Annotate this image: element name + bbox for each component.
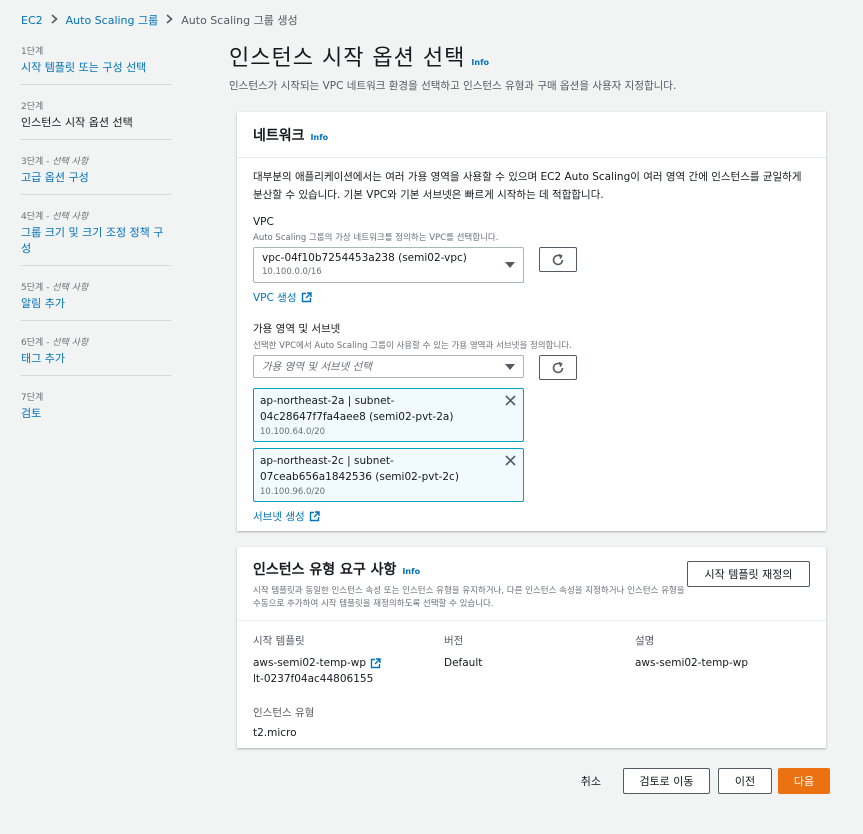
info-link[interactable]: Info — [402, 567, 420, 576]
cancel-button[interactable]: 취소 — [581, 773, 601, 789]
external-link-icon — [370, 657, 381, 668]
vpc-select-value: vpc-04f10b7254453a238 (semi02-vpc) — [262, 252, 467, 264]
step-link-7[interactable]: 검토 — [21, 406, 171, 422]
subnet-create-link[interactable]: 서브넷 생성 — [253, 509, 810, 524]
refresh-icon — [552, 253, 564, 265]
subnet-token-cidr: 10.100.96.0/20 — [260, 487, 326, 497]
close-icon[interactable] — [505, 455, 516, 469]
vpc-create-label: VPC 생성 — [253, 292, 297, 304]
description-col: 설명 aws-semi02-temp-wp — [635, 633, 815, 685]
subnet-token: ap-northeast-2c | subnet-07ceab656a18425… — [253, 448, 524, 502]
launch-template-col: 시작 템플릿 aws-semi02-temp-wp lt-0237f04ac44… — [253, 633, 444, 685]
step-3: 3단계 - 선택 사항 고급 옵션 구성 — [21, 152, 171, 195]
previous-button[interactable]: 이전 — [718, 768, 772, 794]
page-title: 인스턴스 시작 옵션 선택 Info — [229, 40, 829, 72]
subnet-token: ap-northeast-2a | subnet-04c28647f7fa4ae… — [253, 388, 524, 442]
step-number: 4단계 - 선택 사항 — [21, 212, 89, 222]
launch-template-id: lt-0237f04ac44806155 — [253, 673, 374, 685]
chevron-right-icon — [51, 13, 58, 27]
instance-type-value: t2.micro — [253, 727, 297, 739]
step-7: 7단계 검토 — [21, 388, 171, 430]
network-title-text: 네트워크 — [253, 127, 305, 144]
caret-down-icon — [505, 363, 515, 370]
network-intro: 대부분의 애플리케이션에서는 여러 가용 영역을 사용할 수 있으며 EC2 A… — [253, 171, 802, 201]
launch-template-label: 시작 템플릿 — [253, 635, 305, 647]
instance-type-block: 인스턴스 유형 t2.micro — [253, 705, 810, 739]
az-description: 선택한 VPC에서 Auto Scaling 그룹이 사용할 수 있는 가용 영… — [253, 341, 572, 351]
external-link-icon — [309, 511, 320, 522]
step-number: 5단계 - 선택 사항 — [21, 283, 89, 293]
step-1: 1단계 시작 템플릿 또는 구성 선택 — [21, 42, 171, 85]
info-link[interactable]: Info — [311, 133, 329, 142]
subnet-token-cidr: 10.100.64.0/20 — [260, 427, 326, 437]
step-2: 2단계 인스턴스 시작 옵션 선택 — [21, 97, 171, 140]
description-value: aws-semi02-temp-wp — [635, 657, 749, 669]
step-number: 7단계 — [21, 393, 44, 403]
info-link[interactable]: Info — [471, 58, 489, 67]
subnet-create-label: 서브넷 생성 — [253, 511, 305, 523]
wizard-footer: 취소 검토로 이동 이전 다음 — [581, 768, 830, 794]
instance-requirements-body: 시작 템플릿 aws-semi02-temp-wp lt-0237f04ac44… — [237, 621, 826, 753]
refresh-icon — [552, 361, 564, 373]
step-number: 2단계 — [21, 102, 44, 112]
az-subnet-placeholder: 가용 영역 및 서브넷 선택 — [262, 361, 372, 373]
version-col: 버전 Default — [444, 633, 635, 685]
instance-requirements-panel: 인스턴스 유형 요구 사항 Info 시작 템플릿과 동일한 인스턴스 속성 또… — [237, 547, 826, 748]
instance-type-label: 인스턴스 유형 — [253, 707, 315, 719]
override-template-button[interactable]: 시작 템플릿 재정의 — [687, 561, 810, 587]
step-number: 1단계 — [21, 47, 44, 57]
breadcrumb-ec2[interactable]: EC2 — [21, 14, 43, 27]
go-to-review-button[interactable]: 검토로 이동 — [623, 768, 710, 794]
step-current-2: 인스턴스 시작 옵션 선택 — [21, 116, 133, 129]
step-number: 3단계 - 선택 사항 — [21, 157, 89, 167]
step-5: 5단계 - 선택 사항 알림 추가 — [21, 278, 171, 321]
network-title: 네트워크 Info — [253, 125, 328, 145]
launch-template-link[interactable]: aws-semi02-temp-wp — [253, 657, 444, 669]
instance-requirements-title-text: 인스턴스 유형 요구 사항 — [253, 562, 397, 578]
instance-requirements-header: 인스턴스 유형 요구 사항 Info 시작 템플릿과 동일한 인스턴스 속성 또… — [237, 547, 826, 621]
network-panel: 네트워크 Info 대부분의 애플리케이션에서는 여러 가용 영역을 사용할 수… — [237, 112, 826, 531]
step-number: 6단계 - 선택 사항 — [21, 338, 89, 348]
caret-down-icon — [505, 262, 515, 268]
description-label: 설명 — [635, 635, 655, 647]
network-panel-header: 네트워크 Info — [237, 112, 826, 158]
vpc-select[interactable]: vpc-04f10b7254453a238 (semi02-vpc) 10.10… — [253, 247, 524, 283]
version-label: 버전 — [444, 635, 464, 647]
az-subnet-select[interactable]: 가용 영역 및 서브넷 선택 — [253, 355, 524, 378]
vpc-cidr: 10.100.0.0/16 — [262, 267, 322, 277]
network-panel-body: 대부분의 애플리케이션에서는 여러 가용 영역을 사용할 수 있으며 EC2 A… — [237, 158, 826, 538]
az-label: 가용 영역 및 서브넷 — [253, 323, 341, 335]
subnet-token-label: ap-northeast-2a | subnet-04c28647f7fa4ae… — [260, 395, 454, 423]
step-4: 4단계 - 선택 사항 그룹 크기 및 크기 조정 정책 구성 — [21, 207, 171, 266]
vpc-description: Auto Scaling 그룹의 가상 네트워크를 정의하는 VPC를 선택합니… — [253, 233, 499, 243]
close-icon[interactable] — [505, 395, 516, 409]
launch-template-name: aws-semi02-temp-wp — [253, 657, 367, 669]
page-header: 인스턴스 시작 옵션 선택 Info 인스턴스가 시작되는 VPC 네트워크 환… — [229, 40, 829, 93]
breadcrumb: EC2 Auto Scaling 그룹 Auto Scaling 그룹 생성 — [21, 12, 298, 28]
version-value: Default — [444, 657, 483, 669]
next-button[interactable]: 다음 — [778, 768, 830, 794]
subnet-refresh-button[interactable] — [539, 355, 577, 380]
step-link-6[interactable]: 태그 추가 — [21, 351, 171, 367]
vpc-label: VPC — [253, 216, 274, 228]
step-link-5[interactable]: 알림 추가 — [21, 296, 171, 312]
vpc-refresh-button[interactable] — [539, 247, 577, 272]
breadcrumb-current: Auto Scaling 그룹 생성 — [181, 14, 298, 27]
subnet-token-label: ap-northeast-2c | subnet-07ceab656a18425… — [260, 455, 459, 483]
instance-requirements-title: 인스턴스 유형 요구 사항 Info — [253, 559, 693, 579]
step-link-1[interactable]: 시작 템플릿 또는 구성 선택 — [21, 60, 171, 76]
external-link-icon — [301, 292, 312, 303]
vpc-create-link[interactable]: VPC 생성 — [253, 290, 810, 305]
page-description: 인스턴스가 시작되는 VPC 네트워크 환경을 선택하고 인스턴스 유형과 구매… — [229, 80, 677, 92]
wizard-steps: 1단계 시작 템플릿 또는 구성 선택 2단계 인스턴스 시작 옵션 선택 3단… — [21, 42, 171, 442]
step-link-3[interactable]: 고급 옵션 구성 — [21, 170, 171, 186]
step-6: 6단계 - 선택 사항 태그 추가 — [21, 333, 171, 376]
instance-requirements-description: 시작 템플릿과 동일한 인스턴스 속성 또는 인스턴스 유형을 유지하거나, 다… — [253, 586, 685, 609]
step-link-4[interactable]: 그룹 크기 및 크기 조정 정책 구성 — [21, 225, 171, 257]
breadcrumb-asg[interactable]: Auto Scaling 그룹 — [66, 12, 159, 28]
chevron-right-icon — [166, 13, 173, 27]
page-title-text: 인스턴스 시작 옵션 선택 — [229, 46, 466, 71]
